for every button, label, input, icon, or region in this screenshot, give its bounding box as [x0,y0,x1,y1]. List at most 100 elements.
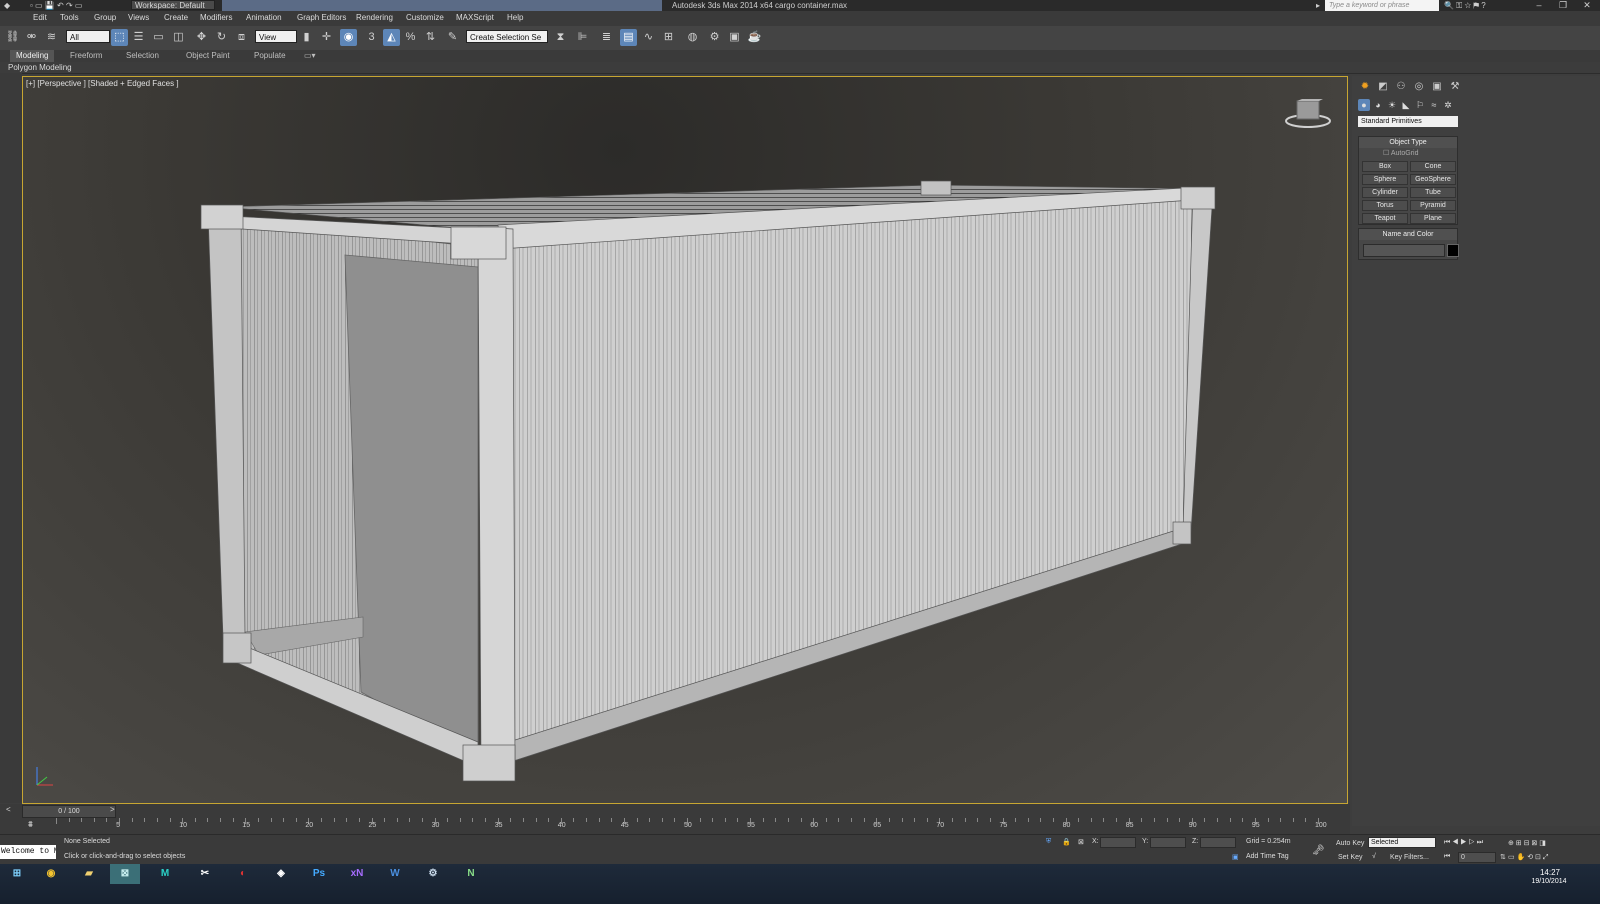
menu-help[interactable]: Help [507,13,523,22]
time-slider-thumb[interactable]: 0 / 100 [22,805,116,818]
rect-selection-icon[interactable]: ▭ [150,29,167,46]
keyboard-shortcut-icon[interactable]: ◉ [340,29,357,46]
viewport-nav-controls[interactable]: ⊕ ⊞ ⊟ ⊠ ◨ [1508,839,1546,847]
workspace-select[interactable]: Workspace: Default [131,0,215,10]
teapot-button[interactable]: Teapot [1362,213,1408,224]
isolate-icon[interactable]: ⛨ [1046,838,1051,846]
space-warps-icon[interactable]: ≈ [1428,99,1440,111]
search-arrow-icon[interactable]: ▸ [1316,0,1320,11]
maxscript-listener[interactable]: Welcome to M [0,845,56,859]
tab-selection[interactable]: Selection [126,50,159,62]
modify-tab-icon[interactable]: ◩ [1376,80,1390,94]
game-icon[interactable]: ✂ [190,864,220,884]
tab-freeform[interactable]: Freeform [70,50,102,62]
spinner-snap-icon[interactable]: ⇅ [422,29,439,46]
geosphere-button[interactable]: GeoSphere [1410,174,1456,185]
edit-named-sel-icon[interactable]: ✎ [444,29,461,46]
clock-time[interactable]: 14:27 [1530,868,1570,877]
viewport-nav-controls-2[interactable]: ▭ ✋ ⟲ ⊡ ⤢ [1508,853,1548,862]
create-tab-icon[interactable]: ✹ [1358,80,1372,94]
photoshop-icon[interactable]: Ps [304,864,334,884]
snap-toggle-icon[interactable]: 3 [363,29,380,46]
cameras-icon[interactable]: ◣ [1400,99,1412,111]
align-icon[interactable]: ⊫ [574,29,591,46]
viewport-label[interactable]: [+] [Perspective ] [Shaded + Edged Faces… [26,79,179,88]
3dsmax-icon[interactable]: ⊠ [110,864,140,884]
app-menu-icon[interactable]: ◆ [4,0,10,11]
tab-populate[interactable]: Populate [254,50,286,62]
angle-snap-icon[interactable]: ◭ [383,29,400,46]
ribbon-options-icon[interactable]: ▭▾ [304,50,316,62]
cone-button[interactable]: Cone [1410,161,1456,172]
render-frame-icon[interactable]: ▣ [726,29,743,46]
key-mode-select[interactable]: Selected [1368,837,1436,848]
tab-modeling[interactable]: Modeling [10,50,55,62]
render-setup-icon[interactable]: ⚙ [706,29,723,46]
bind-space-warp-icon[interactable]: ≋ [43,29,60,46]
lock-icon[interactable]: 🔒 [1062,838,1071,846]
display-tab-icon[interactable]: ▣ [1430,80,1444,94]
quick-access-icons[interactable]: ▫ ▭ 💾 ↶ ↷ ▭ [30,0,82,11]
y-coord-field[interactable] [1150,837,1186,848]
helpers-icon[interactable]: ⚐ [1414,99,1426,111]
name-color-title[interactable]: Name and Color [1359,229,1457,240]
key-filters-button[interactable]: Key Filters... [1390,854,1429,861]
key-icon[interactable]: 🗝 [1312,845,1325,856]
polygon-modeling-panel[interactable]: Polygon Modeling [8,62,72,73]
start-orb-icon[interactable]: ⊞ [2,864,32,884]
selection-filter-select[interactable]: All [66,30,110,43]
time-tag-icon[interactable]: ▣ [1232,853,1239,861]
sphere-button[interactable]: Sphere [1362,174,1408,185]
time-slider[interactable]: < 0 / 100 > [0,804,1350,818]
maya-icon[interactable]: M [150,864,180,884]
menu-rendering[interactable]: Rendering [356,13,393,22]
mirror-icon[interactable]: ⧗ [552,29,569,46]
pyramid-button[interactable]: Pyramid [1410,200,1456,211]
word-icon[interactable]: W [380,864,410,884]
named-selection-select[interactable]: Create Selection Se [466,30,548,43]
prev-frame-icon[interactable]: < [6,805,11,814]
set-key-filter-icon[interactable]: √ [1372,853,1376,860]
box-button[interactable]: Box [1362,161,1408,172]
absolute-mode-icon[interactable]: ⊠ [1078,838,1084,846]
object-type-title[interactable]: Object Type [1359,137,1457,148]
schematic-view-icon[interactable]: ⊞ [660,29,677,46]
percent-snap-icon[interactable]: % [402,29,419,46]
tube-button[interactable]: Tube [1410,187,1456,198]
clock-date[interactable]: 19/10/2014 [1520,878,1578,885]
render-production-icon[interactable]: ☕ [746,29,763,46]
infocenter-icons[interactable]: 🔍 ⚿ ☆ ⚑ ? [1444,0,1486,11]
time-config-icon[interactable]: ⇅ [1500,853,1506,861]
track-bar[interactable]: ⩩ 5 10 15 20 25 30 35 40 45 50 55 60 65 70 75 80 85 90 95 1… [0,818,1350,834]
menu-customize[interactable]: Customize [406,13,444,22]
current-frame-field[interactable]: 0 [1458,852,1496,863]
add-time-tag[interactable]: Add Time Tag [1246,853,1289,860]
move-icon[interactable]: ✥ [193,29,210,46]
app-red-icon[interactable]: ◐ [228,864,258,884]
lights-icon[interactable]: ☀ [1386,99,1398,111]
menu-maxscript[interactable]: MAXScript [456,13,494,22]
menu-modifiers[interactable]: Modifiers [200,13,232,22]
playback-controls[interactable]: ⏮ ◀ ▶ ▷ ⏭ [1444,839,1483,847]
select-and-link-icon[interactable]: ⛓ [4,29,21,46]
set-key-button[interactable]: Set Key [1338,854,1363,861]
ref-coord-select[interactable]: View [255,30,297,43]
select-by-name-icon[interactable]: ☰ [130,29,147,46]
notepad-icon[interactable]: N [456,864,486,884]
unity-icon[interactable]: ◈ [266,864,296,884]
window-crossing-icon[interactable]: ◫ [170,29,187,46]
minimize-icon[interactable]: – [1528,0,1550,11]
xnormal-icon[interactable]: xN [342,864,372,884]
layer-explorer-icon[interactable]: ≣ [598,29,615,46]
object-color-swatch[interactable] [1447,244,1459,257]
menu-create[interactable]: Create [164,13,188,22]
select-manipulate-icon[interactable]: ✛ [318,29,335,46]
hierarchy-tab-icon[interactable]: ⚇ [1394,80,1408,94]
object-name-field[interactable] [1363,244,1445,257]
geometry-icon[interactable]: ● [1358,99,1370,111]
pivot-center-icon[interactable]: ▮ [298,29,315,46]
material-editor-icon[interactable]: ◍ [684,29,701,46]
curve-editor-mini-icon[interactable]: ⩩ [28,819,33,830]
unlink-icon[interactable]: ⚮ [23,29,40,46]
autogrid-checkbox[interactable]: ☐ AutoGrid [1383,149,1418,157]
